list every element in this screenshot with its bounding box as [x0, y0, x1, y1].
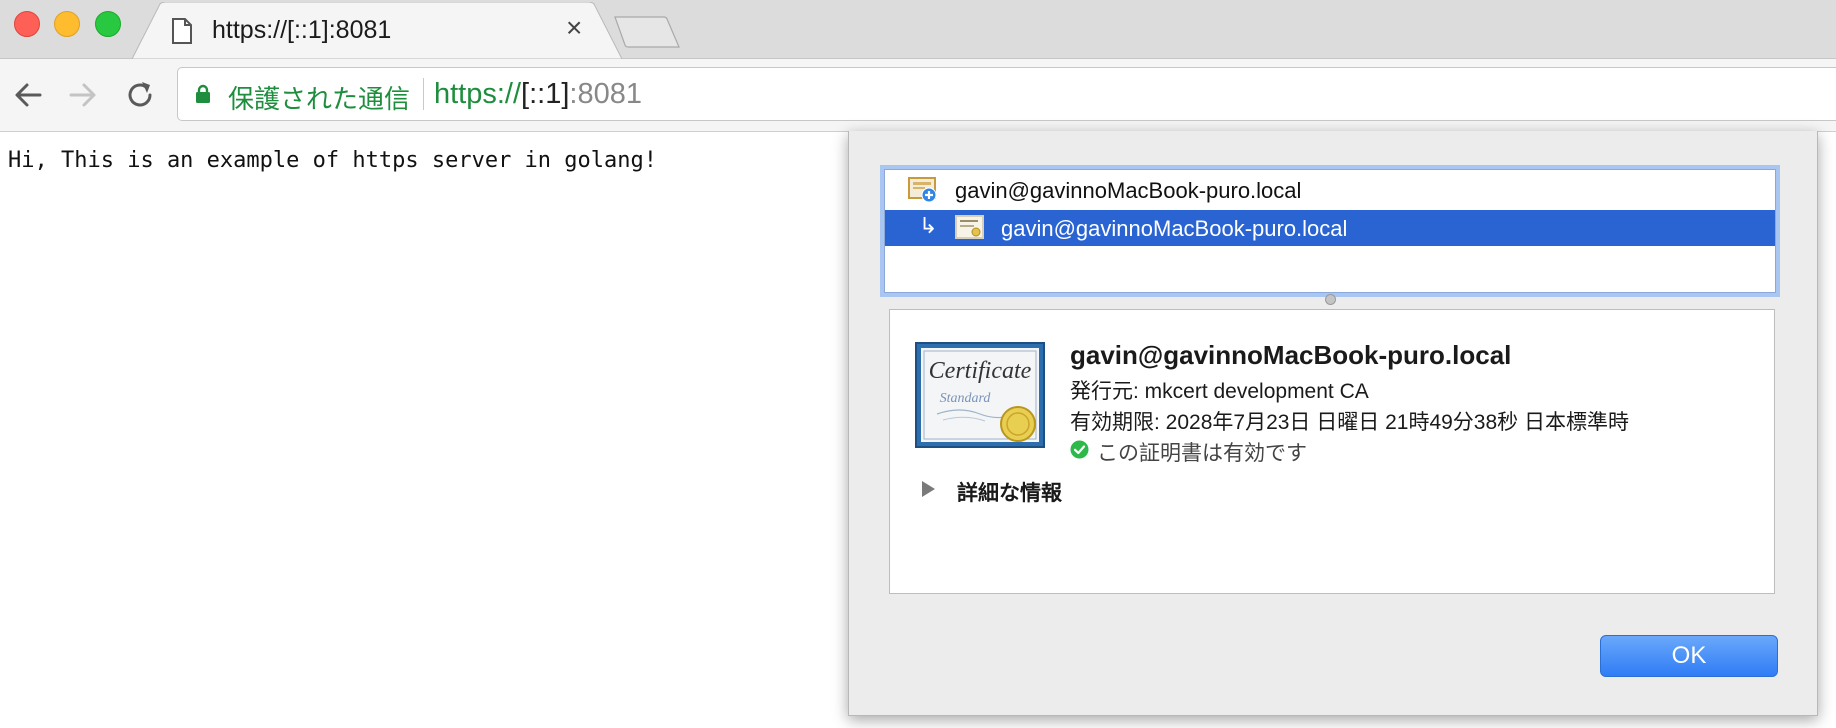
tab-strip: https://[::1]:8081 × [0, 0, 1836, 59]
certificate-image-icon: Certificate Standard [915, 342, 1045, 448]
certificate-details-panel: Certificate Standard gavin@gavinnoMacBoo… [889, 309, 1775, 594]
reload-button[interactable] [122, 77, 158, 113]
tab-close-button[interactable]: × [566, 14, 582, 42]
certificate-image-title: Certificate [929, 358, 1032, 384]
validity-text: この証明書は有効です [1097, 442, 1307, 465]
child-arrow-icon: ↳ [919, 214, 938, 239]
close-window-button[interactable] [14, 11, 40, 37]
certificate-name: gavin@gavinnoMacBook-puro.local [1070, 340, 1512, 370]
browser-toolbar: 保護された通信 https://[::1]:8081 [0, 59, 1836, 132]
certificate-label: gavin@gavinnoMacBook-puro.local [1001, 216, 1348, 241]
certificate-dialog: gavin@gavinnoMacBook-puro.local ↳ gavin@… [848, 131, 1818, 716]
list-item-selected[interactable]: ↳ gavin@gavinnoMacBook-puro.local [885, 210, 1775, 246]
certificate-image-subtitle: Standard [940, 391, 992, 406]
url-host: [::1] [521, 78, 570, 110]
certificate-chain-list[interactable]: gavin@gavinnoMacBook-puro.local ↳ gavin@… [884, 169, 1776, 293]
new-tab-button[interactable] [614, 16, 680, 48]
page-body-text: Hi, This is an example of https server i… [8, 148, 658, 173]
lock-icon[interactable] [195, 84, 211, 104]
url-port: :8081 [569, 78, 642, 110]
ok-button[interactable]: OK [1600, 635, 1778, 677]
maximize-window-button[interactable] [95, 11, 121, 37]
check-circle-icon [1070, 440, 1089, 459]
certificate-issuer: 発行元: mkcert development CA [1070, 380, 1369, 403]
root-certificate-icon [908, 177, 937, 203]
list-item[interactable]: gavin@gavinnoMacBook-puro.local [885, 172, 1775, 208]
page-icon [172, 18, 192, 44]
secure-connection-label[interactable]: 保護された通信 [228, 79, 410, 116]
certificate-expiry: 有効期限: 2028年7月23日 日曜日 21時49分38秒 日本標準時 [1070, 411, 1630, 434]
details-disclosure-label[interactable]: 詳細な情報 [957, 477, 1062, 507]
certificate-label: gavin@gavinnoMacBook-puro.local [955, 178, 1302, 203]
address-bar[interactable]: 保護された通信 https://[::1]:8081 [177, 67, 1836, 121]
splitter-handle[interactable] [1325, 294, 1336, 305]
forward-button[interactable] [65, 77, 101, 113]
url-scheme: https:// [434, 78, 522, 110]
address-bar-divider [423, 78, 424, 110]
disclosure-triangle-icon[interactable] [920, 480, 936, 498]
tab-active[interactable]: https://[::1]:8081 × [132, 2, 622, 59]
certificate-icon [955, 215, 984, 239]
minimize-window-button[interactable] [54, 11, 80, 37]
back-button[interactable] [10, 77, 46, 113]
url-text[interactable]: https://[::1]:8081 [434, 78, 642, 111]
tab-title: https://[::1]:8081 [212, 16, 392, 44]
